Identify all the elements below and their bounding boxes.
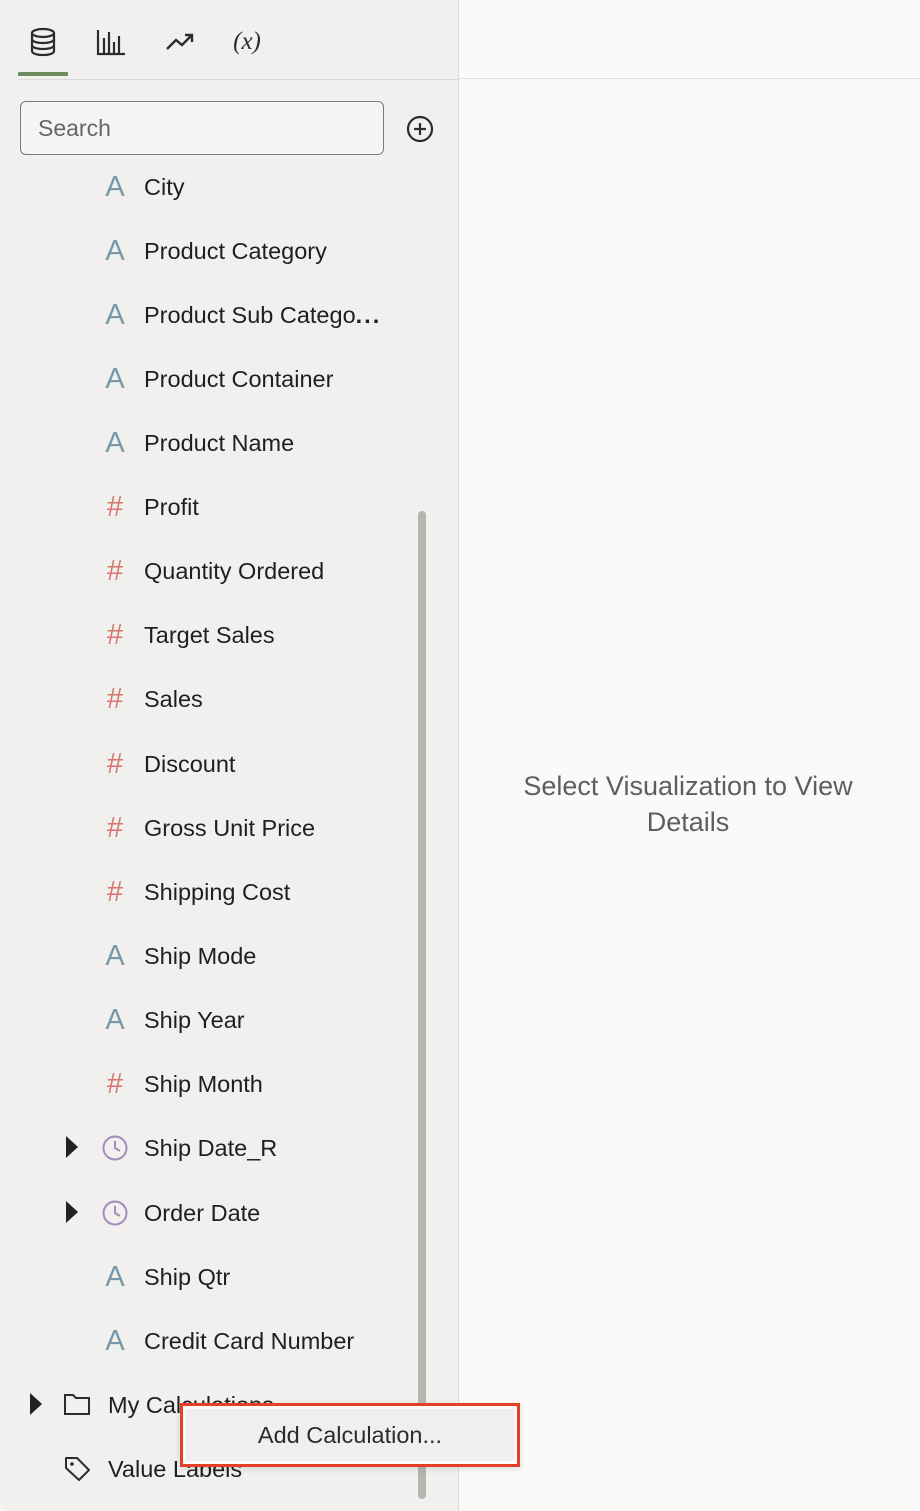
field-row-discount[interactable]: # Discount <box>0 736 410 792</box>
field-label: Profit <box>144 494 199 520</box>
field-row-ship-year[interactable]: A Ship Year <box>0 992 410 1048</box>
folder-icon <box>64 1394 90 1415</box>
hash-measure-icon: # <box>106 747 124 780</box>
field-label: Gross Unit Price <box>144 815 316 841</box>
text-attribute-icon: A <box>105 298 125 331</box>
field-label: Shipping Cost <box>144 879 291 905</box>
field-label: Target Sales <box>144 622 275 648</box>
text-attribute-icon: A <box>105 1324 125 1357</box>
tag-icon <box>65 1457 90 1481</box>
text-attribute-icon: A <box>105 1260 125 1293</box>
context-menu: Add Calculation... <box>180 1403 520 1467</box>
data-panel: (x) A City A Product Category A Product … <box>0 0 459 1511</box>
hash-measure-icon: # <box>106 682 124 715</box>
field-label: Credit Card Number <box>144 1328 355 1354</box>
text-attribute-icon: A <box>105 426 125 459</box>
field-row-ship-qtr[interactable]: A Ship Qtr <box>0 1249 410 1305</box>
field-row-order-date[interactable]: Order Date <box>0 1185 410 1241</box>
field-row-ship-month[interactable]: # Ship Month <box>0 1056 410 1112</box>
field-row-sales[interactable]: # Sales <box>0 671 410 727</box>
clock-icon <box>100 1185 130 1241</box>
field-list-scrollbar[interactable] <box>418 511 426 1499</box>
hash-measure-icon: # <box>106 875 124 908</box>
field-row-product-container[interactable]: A Product Container <box>0 351 410 407</box>
hash-measure-icon: # <box>106 1067 124 1100</box>
field-label: Product Category <box>144 238 327 264</box>
field-row-shipping-cost[interactable]: # Shipping Cost <box>0 864 410 920</box>
expand-caret-icon[interactable] <box>66 1201 78 1223</box>
clock-icon <box>100 1120 130 1176</box>
text-attribute-icon: A <box>105 362 125 395</box>
hash-measure-icon: # <box>106 618 124 651</box>
field-label: Ship Month <box>144 1071 263 1097</box>
field-label: Quantity Ordered <box>144 558 325 584</box>
field-row-ship-date-r[interactable]: Ship Date_R <box>0 1120 410 1176</box>
field-label: Product Sub Catego... <box>144 302 382 328</box>
field-list: A City A Product Category A Product Sub … <box>0 0 458 1511</box>
field-row-city[interactable]: A City <box>0 159 410 215</box>
field-label: Ship Mode <box>144 943 257 969</box>
field-label: Ship Qtr <box>144 1264 231 1290</box>
text-attribute-icon: A <box>105 939 125 972</box>
text-attribute-icon: A <box>105 1003 125 1036</box>
field-label: Product Name <box>144 430 295 456</box>
properties-header <box>459 0 920 79</box>
field-row-ship-mode[interactable]: A Ship Mode <box>0 928 410 984</box>
field-label: Product Container <box>144 366 334 392</box>
field-row-gross-unit-price[interactable]: # Gross Unit Price <box>0 800 410 856</box>
field-row-target-sales[interactable]: # Target Sales <box>0 607 410 663</box>
hash-measure-icon: # <box>106 554 124 587</box>
field-row-product-category[interactable]: A Product Category <box>0 223 410 279</box>
hash-measure-icon: # <box>106 490 124 523</box>
field-label: Order Date <box>144 1200 261 1226</box>
field-row-quantity-ordered[interactable]: # Quantity Ordered <box>0 543 410 599</box>
field-row-product-sub-category[interactable]: A Product Sub Catego... <box>0 287 410 343</box>
field-label: Sales <box>144 686 203 712</box>
field-row-credit-card-number[interactable]: A Credit Card Number <box>0 1313 410 1369</box>
field-row-product-name[interactable]: A Product Name <box>0 415 410 471</box>
empty-state-message: Select Visualization to View Details <box>523 771 853 837</box>
field-label: Discount <box>144 751 236 777</box>
menu-item-add-calculation[interactable]: Add Calculation... <box>186 1409 514 1461</box>
text-attribute-icon: A <box>105 234 125 267</box>
hash-measure-icon: # <box>106 811 124 844</box>
expand-caret-icon[interactable] <box>66 1136 78 1158</box>
field-label: City <box>144 174 185 200</box>
text-attribute-icon: A <box>105 170 125 203</box>
field-label: Ship Year <box>144 1007 245 1033</box>
field-label: Ship Date_R <box>144 1135 278 1161</box>
expand-caret-icon[interactable] <box>30 1393 42 1415</box>
field-row-profit[interactable]: # Profit <box>0 479 410 535</box>
